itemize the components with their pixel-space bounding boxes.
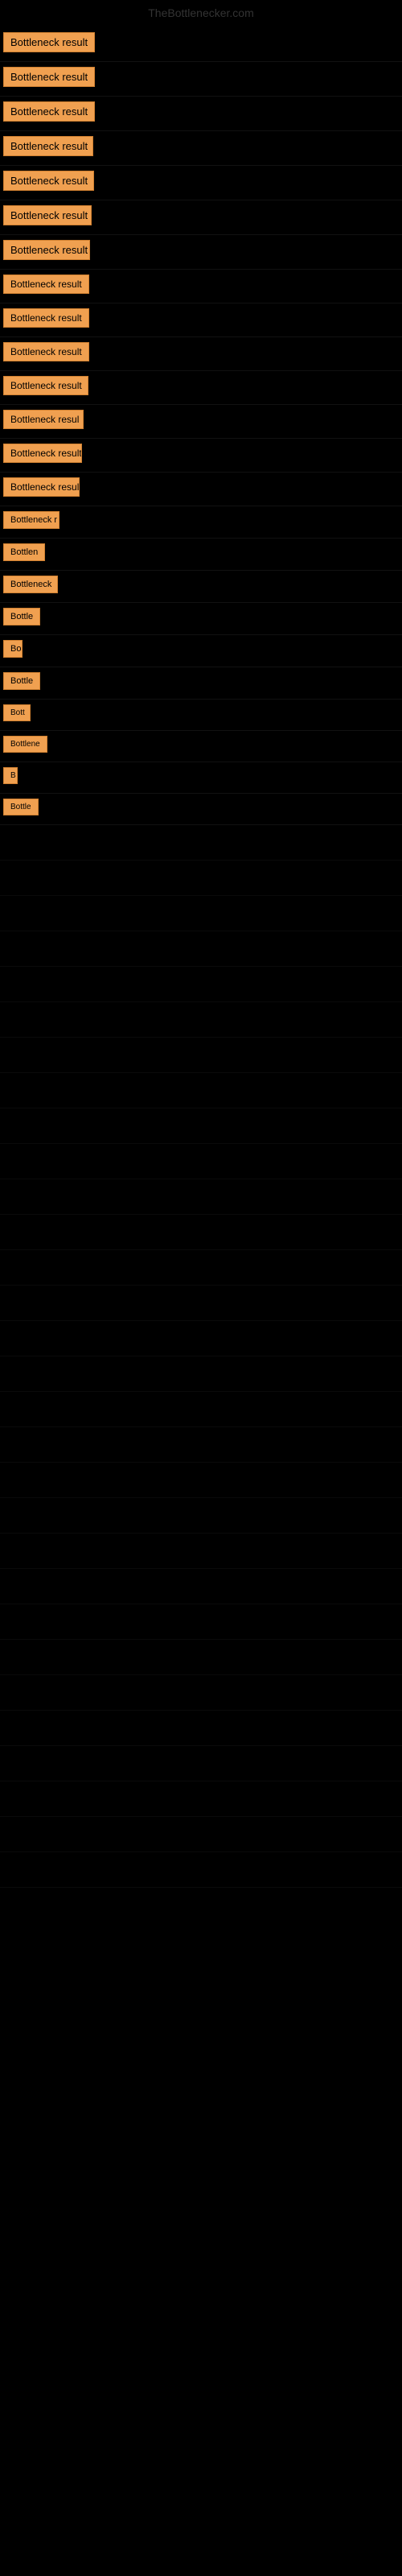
result-row: Bottleneck result: [0, 473, 402, 506]
empty-row: [0, 1817, 402, 1852]
empty-row: [0, 1675, 402, 1711]
result-row: Bottleneck result: [0, 235, 402, 270]
result-row: Bottleneck: [0, 571, 402, 603]
bottleneck-badge[interactable]: Bottle: [3, 799, 39, 815]
site-title: TheBottlenecker.com: [0, 0, 402, 27]
empty-row: [0, 1569, 402, 1604]
empty-row: [0, 1144, 402, 1179]
empty-row: [0, 1604, 402, 1640]
empty-row: [0, 1852, 402, 1888]
empty-row: [0, 896, 402, 931]
empty-row: [0, 1534, 402, 1569]
result-row: Bottle: [0, 603, 402, 635]
result-row: Bott: [0, 700, 402, 731]
empty-row: [0, 1073, 402, 1108]
empty-row: [0, 1392, 402, 1427]
bottleneck-badge[interactable]: Bottleneck result: [3, 67, 95, 87]
empty-row: [0, 1250, 402, 1286]
bottleneck-badge[interactable]: Bottle: [3, 672, 40, 690]
result-row: Bottleneck result: [0, 200, 402, 235]
bottleneck-badge[interactable]: Bo: [3, 640, 23, 658]
empty-row: [0, 825, 402, 861]
empty-row: [0, 1498, 402, 1534]
empty-row: [0, 1038, 402, 1073]
result-row: Bottleneck result: [0, 439, 402, 473]
result-row: Bottleneck result: [0, 270, 402, 303]
result-row: Bottleneck result: [0, 97, 402, 131]
bottleneck-badge[interactable]: Bottleneck result: [3, 171, 94, 191]
result-row: Bottleneck r: [0, 506, 402, 539]
bottleneck-badge[interactable]: Bottleneck result: [3, 376, 88, 395]
bottleneck-badge[interactable]: Bottleneck result: [3, 136, 93, 156]
result-row: Bottlene: [0, 731, 402, 762]
bottleneck-badge[interactable]: Bottleneck result: [3, 32, 95, 52]
bottleneck-badge[interactable]: Bottleneck result: [3, 101, 95, 122]
result-row: Bottlen: [0, 539, 402, 571]
bottleneck-badge[interactable]: Bottleneck result: [3, 240, 90, 260]
bottleneck-badge[interactable]: B: [3, 767, 18, 784]
empty-row: [0, 1640, 402, 1675]
bottleneck-badge[interactable]: Bottlen: [3, 543, 45, 561]
empty-row: [0, 1746, 402, 1781]
bottleneck-badge[interactable]: Bottleneck result: [3, 444, 82, 463]
empty-row: [0, 1427, 402, 1463]
empty-row: [0, 1711, 402, 1746]
empty-row: [0, 1463, 402, 1498]
bottleneck-badge[interactable]: Bottleneck result: [3, 477, 80, 497]
empty-row: [0, 967, 402, 1002]
bottleneck-badge[interactable]: Bottle: [3, 608, 40, 625]
result-row: Bottleneck result: [0, 62, 402, 97]
empty-row: [0, 1781, 402, 1817]
result-row: Bottle: [0, 667, 402, 700]
empty-row: [0, 1286, 402, 1321]
result-row: Bottleneck resul: [0, 405, 402, 439]
bottleneck-badge[interactable]: Bottlene: [3, 736, 47, 753]
empty-row: [0, 1321, 402, 1356]
result-row: B: [0, 762, 402, 794]
bottleneck-badge[interactable]: Bottleneck r: [3, 511, 59, 529]
result-row: Bottle: [0, 794, 402, 825]
empty-row: [0, 1179, 402, 1215]
empty-row: [0, 861, 402, 896]
bottleneck-badge[interactable]: Bottleneck result: [3, 205, 92, 225]
result-row: Bottleneck result: [0, 337, 402, 371]
bottleneck-badge[interactable]: Bottleneck resul: [3, 410, 84, 429]
result-row: Bottleneck result: [0, 303, 402, 337]
bottleneck-badge[interactable]: Bottleneck result: [3, 275, 89, 294]
result-row: Bottleneck result: [0, 131, 402, 166]
bottleneck-badge[interactable]: Bottleneck result: [3, 342, 89, 361]
empty-row: [0, 1215, 402, 1250]
bottleneck-badge[interactable]: Bottleneck: [3, 576, 58, 593]
empty-row: [0, 1002, 402, 1038]
bottleneck-badge[interactable]: Bott: [3, 704, 31, 721]
empty-row: [0, 1108, 402, 1144]
result-row: Bottleneck result: [0, 166, 402, 200]
result-row: Bottleneck result: [0, 27, 402, 62]
empty-row: [0, 931, 402, 967]
bottleneck-badge[interactable]: Bottleneck result: [3, 308, 89, 328]
result-row: Bo: [0, 635, 402, 667]
empty-row: [0, 1356, 402, 1392]
result-row: Bottleneck result: [0, 371, 402, 405]
